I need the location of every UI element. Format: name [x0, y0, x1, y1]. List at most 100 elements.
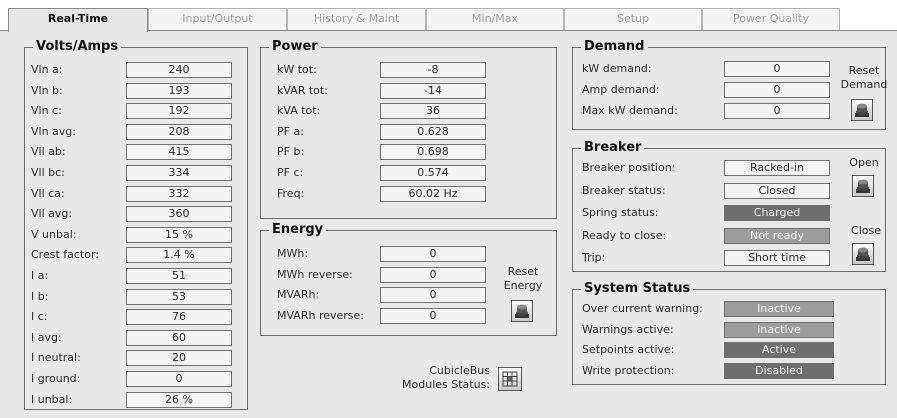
- breaker-row-value: Racked-in: [724, 160, 830, 176]
- demand-row-value: 0: [724, 61, 830, 77]
- volts-amps-row-value: 192: [126, 103, 232, 120]
- volts-amps-row-value: 208: [126, 123, 232, 140]
- volts-amps-row-label: Vll ab:: [31, 145, 66, 159]
- reset-energy-label-2: Energy: [503, 279, 543, 292]
- system-status-row-value: Disabled: [724, 362, 834, 379]
- volts-amps-row-label: I b:: [31, 289, 49, 303]
- volts-amps-row-value: 60: [126, 329, 232, 346]
- energy-row-label: MVARh reverse:: [277, 308, 365, 322]
- breaker-row-value: Short time: [724, 250, 830, 266]
- pushbutton-icon: [855, 103, 869, 117]
- power-row-value: 0.628: [380, 123, 486, 140]
- energy-row-value: 0: [380, 287, 486, 304]
- system-status-row-value: Active: [724, 342, 834, 358]
- breaker-row-value: Charged: [724, 205, 830, 221]
- power-row-value: 36: [380, 103, 486, 120]
- reset-energy-button[interactable]: [511, 300, 533, 322]
- volts-amps-row-label: Vll bc:: [31, 166, 65, 179]
- power-row-label: kVA tot:: [277, 104, 321, 118]
- power-row-label: PF b:: [277, 145, 305, 159]
- pushbutton-icon: [856, 179, 870, 193]
- pushbutton-icon: [856, 247, 870, 261]
- energy-row-value: 0: [380, 246, 486, 262]
- close-breaker-button[interactable]: [852, 243, 874, 265]
- volts-amps-row-value: 15 %: [126, 226, 232, 243]
- open-breaker-button[interactable]: [852, 175, 874, 197]
- demand-row-label: Max kW demand:: [582, 104, 678, 117]
- volts-amps-row-value: 193: [126, 82, 232, 99]
- volts-amps-row-label: I unbal:: [31, 392, 73, 406]
- system-status-row-value: Inactive: [724, 321, 834, 338]
- volts-amps-row-label: Vln c:: [31, 104, 62, 118]
- tab-real-time[interactable]: Real-Time: [8, 8, 148, 32]
- power-row-value: -14: [380, 82, 486, 99]
- system-status-row-label: Warnings active:: [582, 322, 674, 336]
- demand-title: Demand: [581, 39, 648, 55]
- volts-amps-row-value: 240: [126, 62, 232, 78]
- volts-amps-row-label: Vll ca:: [31, 186, 65, 200]
- volts-amps-row-label: Vll avg:: [31, 207, 73, 221]
- demand-row-label: Amp demand:: [582, 83, 660, 96]
- cubiclebus-label: CubicleBus: [429, 364, 490, 377]
- power-row-value: 60.02 Hz: [380, 185, 486, 202]
- reset-demand-button[interactable]: [851, 99, 873, 121]
- energy-row-label: MWh:: [277, 247, 309, 260]
- volts-amps-row-value: 51: [126, 268, 232, 284]
- reset-energy-label-1: Reset: [507, 265, 539, 278]
- reset-demand-label-2: Demand: [840, 78, 888, 91]
- system-status-row-label: Over current warning:: [582, 302, 703, 315]
- tab-history-maint[interactable]: History & Maint: [287, 8, 426, 30]
- volts-amps-row-label: I c:: [31, 310, 48, 324]
- volts-amps-row-value: 20: [126, 350, 232, 367]
- power-row-label: PF c:: [277, 166, 304, 179]
- reset-demand-label-1: Reset: [848, 64, 880, 77]
- volts-amps-row-label: V unbal:: [31, 227, 77, 241]
- modules-status-label: Modules Status:: [402, 378, 490, 391]
- breaker-row-label: Breaker position:: [582, 161, 676, 174]
- breaker-row-value: Not ready: [724, 227, 830, 244]
- modules-status-button[interactable]: [498, 367, 522, 391]
- power-row-value: -8: [380, 62, 486, 78]
- volts-amps-row-label: Vln avg:: [31, 124, 76, 138]
- volts-amps-row-value: 0: [126, 371, 232, 387]
- modules-grid-icon: [502, 371, 518, 387]
- volts-amps-row-label: Vln a:: [31, 63, 63, 76]
- power-row-label: PF a:: [277, 124, 304, 138]
- volts-amps-row-label: Vln b:: [31, 83, 63, 97]
- breaker-row-label: Trip:: [582, 251, 606, 264]
- volts-amps-row-value: 26 %: [126, 391, 232, 408]
- breaker-row-label: Ready to close:: [582, 228, 667, 242]
- breaker-row-label: Spring status:: [582, 206, 659, 219]
- tab-min-max[interactable]: Min/Max: [426, 8, 564, 30]
- breaker-row-value: Closed: [724, 182, 830, 199]
- tab-power-quality[interactable]: Power Quality: [702, 8, 840, 30]
- energy-row-value: 0: [380, 266, 486, 283]
- volts-amps-row-label: I avg:: [31, 330, 62, 344]
- energy-title: Energy: [269, 222, 327, 238]
- volts-amps-row-label: I ground:: [31, 372, 81, 385]
- power-row-value: 0.574: [380, 165, 486, 181]
- system-status-title: System Status: [581, 281, 694, 297]
- power-row-label: kW tot:: [277, 63, 317, 76]
- breaker-title: Breaker: [581, 140, 645, 156]
- volts-amps-row-label: I neutral:: [31, 351, 81, 365]
- demand-row-value: 0: [724, 82, 830, 98]
- volts-amps-row-label: Crest factor:: [31, 248, 100, 262]
- system-status-row-label: Write protection:: [582, 363, 675, 377]
- pushbutton-icon: [515, 304, 529, 318]
- open-breaker-label: Open: [849, 156, 879, 169]
- tab-setup[interactable]: Setup: [564, 8, 702, 30]
- tab-input-output[interactable]: Input/Output: [148, 8, 287, 30]
- system-status-row-value: Inactive: [724, 301, 834, 317]
- power-row-label: kVAR tot:: [277, 83, 328, 97]
- volts-amps-row-value: 415: [126, 144, 232, 161]
- demand-row-value: 0: [724, 103, 830, 119]
- volts-amps-row-value: 53: [126, 288, 232, 305]
- power-row-value: 0.698: [380, 144, 486, 161]
- volts-amps-row-value: 1.4 %: [126, 247, 232, 264]
- power-row-label: Freq:: [277, 186, 305, 200]
- volts-amps-row-value: 360: [126, 206, 232, 223]
- demand-row-label: kW demand:: [582, 62, 652, 75]
- close-breaker-label: Close: [851, 224, 881, 237]
- volts-amps-row-value: 334: [126, 165, 232, 181]
